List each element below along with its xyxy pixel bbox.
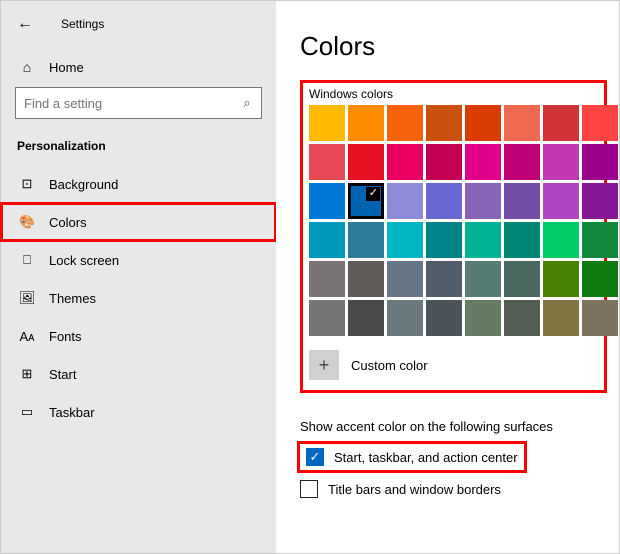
color-swatch[interactable] — [309, 144, 345, 180]
color-swatch[interactable] — [465, 144, 501, 180]
home-label: Home — [49, 60, 84, 75]
color-swatch[interactable] — [348, 144, 384, 180]
color-swatch[interactable] — [465, 222, 501, 258]
windows-colors-panel: Windows colors + Custom color — [300, 80, 607, 393]
color-swatch[interactable] — [387, 300, 423, 336]
color-swatch[interactable] — [543, 222, 579, 258]
nav-label: Lock screen — [49, 253, 119, 268]
nav-icon: 🖼 — [19, 290, 35, 306]
color-swatch[interactable] — [543, 261, 579, 297]
checkbox-label: Start, taskbar, and action center — [334, 450, 518, 465]
custom-color-label: Custom color — [351, 358, 428, 373]
settings-sidebar: ← Settings ⌂ Home ⌕ Personalization ⊡ Bac… — [1, 1, 276, 553]
nav-icon: ⎕ — [19, 252, 35, 268]
group-label: Personalization — [1, 133, 276, 165]
home-icon: ⌂ — [19, 59, 35, 75]
checkbox-start-taskbar[interactable]: Start, taskbar, and action center — [300, 444, 524, 470]
color-swatch[interactable] — [543, 144, 579, 180]
home-button[interactable]: ⌂ Home — [1, 49, 276, 87]
plus-icon[interactable]: + — [309, 350, 339, 380]
color-swatch[interactable] — [465, 261, 501, 297]
nav-label: Background — [49, 177, 118, 192]
search-input[interactable] — [16, 96, 233, 111]
checkbox-icon[interactable] — [300, 480, 318, 498]
color-swatch[interactable] — [582, 222, 618, 258]
sidebar-item-taskbar[interactable]: ▭ Taskbar — [1, 393, 276, 431]
panel-label: Windows colors — [309, 87, 598, 105]
color-swatch[interactable] — [543, 105, 579, 141]
main-pane: Colors Windows colors + Custom color Sho… — [276, 1, 619, 553]
search-icon: ⌕ — [233, 95, 261, 111]
nav-label: Themes — [49, 291, 96, 306]
color-swatch[interactable] — [348, 183, 384, 219]
sidebar-item-fonts[interactable]: Aᴀ Fonts — [1, 317, 276, 355]
nav-icon: ⊞ — [19, 366, 35, 382]
color-swatch[interactable] — [426, 183, 462, 219]
color-swatch[interactable] — [543, 183, 579, 219]
color-swatch[interactable] — [504, 144, 540, 180]
checkbox-label: Title bars and window borders — [328, 482, 501, 497]
color-swatch[interactable] — [582, 144, 618, 180]
custom-color-row[interactable]: + Custom color — [309, 350, 598, 380]
color-swatch[interactable] — [426, 261, 462, 297]
color-swatch[interactable] — [582, 261, 618, 297]
color-swatch[interactable] — [504, 105, 540, 141]
sidebar-item-start[interactable]: ⊞ Start — [1, 355, 276, 393]
color-swatch[interactable] — [504, 300, 540, 336]
color-swatch[interactable] — [309, 261, 345, 297]
color-swatch[interactable] — [309, 183, 345, 219]
page-title: Colors — [300, 31, 607, 62]
nav-icon: Aᴀ — [19, 329, 35, 344]
color-swatch[interactable] — [543, 300, 579, 336]
color-swatch[interactable] — [504, 222, 540, 258]
color-swatch[interactable] — [309, 222, 345, 258]
back-arrow-icon[interactable]: ← — [17, 15, 33, 33]
color-swatch[interactable] — [387, 105, 423, 141]
checkbox-titlebars[interactable]: Title bars and window borders — [300, 480, 607, 498]
color-swatch[interactable] — [465, 105, 501, 141]
nav-label: Start — [49, 367, 76, 382]
accent-surfaces-label: Show accent color on the following surfa… — [300, 419, 607, 434]
color-swatch[interactable] — [348, 222, 384, 258]
color-swatch[interactable] — [465, 300, 501, 336]
color-swatch[interactable] — [309, 105, 345, 141]
nav-icon: ⊡ — [19, 176, 35, 192]
nav-label: Fonts — [49, 329, 82, 344]
color-swatch[interactable] — [426, 144, 462, 180]
nav-icon: ▭ — [19, 404, 35, 420]
checkbox-icon[interactable] — [306, 448, 324, 466]
color-swatch-grid — [309, 105, 598, 336]
color-swatch[interactable] — [582, 105, 618, 141]
color-swatch[interactable] — [426, 105, 462, 141]
color-swatch[interactable] — [426, 300, 462, 336]
sidebar-item-themes[interactable]: 🖼 Themes — [1, 279, 276, 317]
search-box[interactable]: ⌕ — [15, 87, 262, 119]
color-swatch[interactable] — [348, 300, 384, 336]
color-swatch[interactable] — [426, 222, 462, 258]
color-swatch[interactable] — [387, 222, 423, 258]
nav-list: ⊡ Background 🎨 Colors ⎕ Lock screen 🖼 Themes Aᴀ F… — [1, 165, 276, 431]
color-swatch[interactable] — [465, 183, 501, 219]
color-swatch[interactable] — [582, 300, 618, 336]
nav-label: Taskbar — [49, 405, 95, 420]
window-title: Settings — [61, 17, 104, 31]
sidebar-item-colors[interactable]: 🎨 Colors — [1, 203, 276, 241]
color-swatch[interactable] — [348, 261, 384, 297]
color-swatch[interactable] — [387, 144, 423, 180]
color-swatch[interactable] — [309, 300, 345, 336]
color-swatch[interactable] — [504, 261, 540, 297]
color-swatch[interactable] — [387, 183, 423, 219]
color-swatch[interactable] — [582, 183, 618, 219]
nav-icon: 🎨 — [19, 214, 35, 230]
sidebar-item-lock-screen[interactable]: ⎕ Lock screen — [1, 241, 276, 279]
sidebar-item-background[interactable]: ⊡ Background — [1, 165, 276, 203]
sidebar-topbar: ← Settings — [1, 1, 276, 41]
color-swatch[interactable] — [504, 183, 540, 219]
nav-label: Colors — [49, 215, 87, 230]
color-swatch[interactable] — [348, 105, 384, 141]
color-swatch[interactable] — [387, 261, 423, 297]
